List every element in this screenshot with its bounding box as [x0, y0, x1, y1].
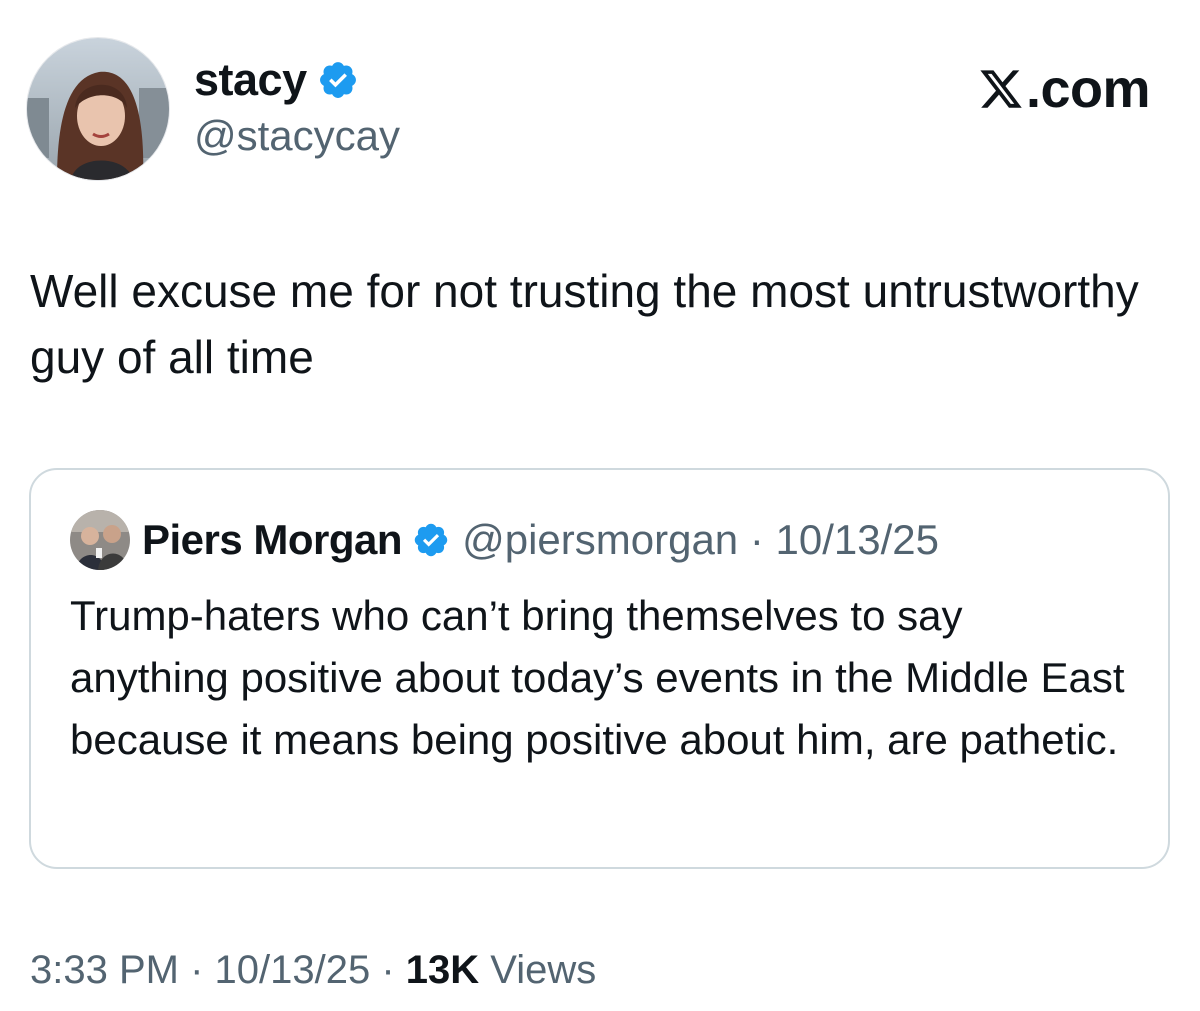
quoted-author-avatar[interactable] — [70, 510, 130, 570]
tweet-timestamp[interactable]: 3:33 PM · 10/13/25 · — [30, 948, 406, 992]
author-name-row: stacy — [194, 52, 359, 108]
tweet-footer: 3:33 PM · 10/13/25 · 13K Views — [30, 948, 596, 993]
quoted-tweet-card[interactable]: Piers Morgan @piersmorgan · 10/13/25 Tru… — [29, 468, 1170, 869]
brand-domain: .com — [1025, 59, 1151, 119]
brand-label: .com — [978, 58, 1151, 120]
tweet-text: Well excuse me for not trusting the most… — [30, 265, 1139, 383]
x-logo-icon — [980, 70, 1022, 108]
verified-badge-icon — [414, 523, 448, 557]
quoted-handle-date[interactable]: @piersmorgan · 10/13/25 — [462, 516, 939, 564]
verified-badge-icon — [319, 62, 356, 98]
author-avatar[interactable] — [26, 37, 170, 181]
views-count: 13K — [405, 948, 480, 992]
quoted-author-name[interactable]: Piers Morgan — [142, 516, 403, 564]
author-display-name[interactable]: stacy — [194, 54, 307, 106]
quoted-tweet-text: Trump-haters who can’t bring themselves … — [70, 592, 1125, 763]
views-label: Views — [479, 948, 597, 992]
author-handle[interactable]: @stacycay — [194, 112, 400, 160]
quoted-tweet-header: Piers Morgan @piersmorgan · 10/13/25 — [70, 510, 939, 570]
